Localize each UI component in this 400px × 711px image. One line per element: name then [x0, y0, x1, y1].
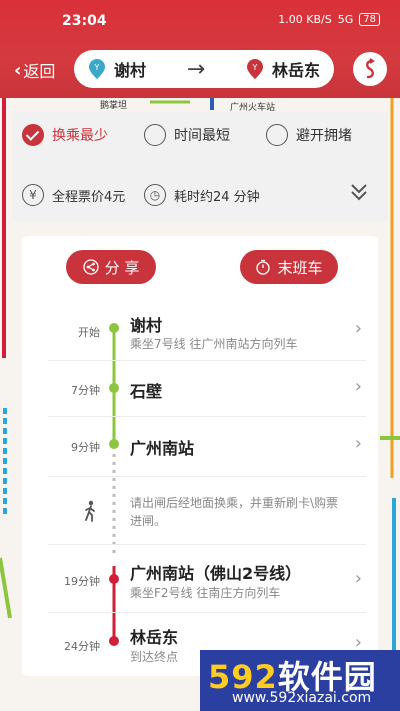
- route-options-card: 换乘最少 时间最短 避开拥堵 ¥ 全程票价4元 ◷ 耗时约24 分钟: [12, 112, 388, 222]
- option-shortest-time[interactable]: 时间最短: [144, 124, 230, 146]
- route-detail-card: 分 享 末班车 开始 谢村 乘坐7号线 往广州南站方向列车 › 7分钟 石壁 ›…: [22, 236, 378, 676]
- step-title: 广州南站: [130, 439, 195, 458]
- fare-text: 全程票价4元: [52, 189, 126, 205]
- step-dot: [109, 439, 119, 449]
- duration-info: ◷ 耗时约24 分钟: [144, 184, 260, 206]
- chevron-right-icon: ›: [354, 568, 362, 589]
- route-selector[interactable]: Y 谢村 → Y 林岳东: [74, 50, 334, 88]
- transfer-note: 请出闸后经地面换乘，并重新刷卡\购票进闸。: [130, 496, 339, 528]
- divider: [48, 476, 366, 477]
- radio-icon: [144, 124, 166, 146]
- status-bar: 23:04 1.00 KB/S 5G 78: [0, 0, 400, 40]
- yuan-icon: ¥: [22, 184, 44, 206]
- step-title: 林岳东: [130, 628, 179, 647]
- step-title: 石壁: [130, 382, 163, 401]
- arrow-right-icon: →: [186, 56, 206, 82]
- svg-text:Y: Y: [94, 63, 100, 72]
- watermark-url: www.592xiazai.com: [232, 690, 372, 706]
- swap-icon: [366, 58, 375, 79]
- destination-pin-icon: Y: [246, 59, 263, 79]
- chevron-right-icon: ›: [354, 318, 362, 339]
- chevron-left-icon: ‹: [14, 59, 22, 81]
- step-time: 19分钟: [64, 575, 100, 588]
- step-dot: [109, 323, 119, 333]
- divider: [48, 612, 366, 613]
- step-dot: [109, 636, 119, 646]
- walking-icon: [85, 500, 95, 522]
- back-button[interactable]: ‹ 返回: [14, 58, 55, 82]
- fare-info: ¥ 全程票价4元: [22, 184, 125, 206]
- step-sub: 乘坐F2号线 往南庄方向列车: [130, 586, 281, 600]
- svg-text:Y: Y: [252, 63, 258, 72]
- radio-checked-icon: [22, 124, 44, 146]
- option-label: 换乘最少: [52, 128, 108, 144]
- clock-icon: ◷: [144, 184, 166, 206]
- watermark: 592软件园 www.592xiazai.com: [200, 650, 400, 711]
- step-dot: [109, 383, 119, 393]
- chevron-right-icon: ›: [354, 433, 362, 454]
- step-dot: [109, 574, 119, 584]
- divider: [48, 416, 366, 417]
- battery-icon: 78: [359, 13, 380, 26]
- option-least-transfer[interactable]: 换乘最少: [22, 124, 108, 146]
- origin-station[interactable]: 谢村: [114, 57, 146, 81]
- map-label: 鹅掌坦: [100, 101, 128, 111]
- duration-text: 耗时约24 分钟: [174, 189, 260, 205]
- route-line: [112, 328, 116, 644]
- option-avoid-crowding[interactable]: 避开拥堵: [266, 124, 352, 146]
- step-title: 谢村: [130, 316, 163, 335]
- chevron-right-icon: ›: [354, 376, 362, 397]
- radio-icon: [266, 124, 288, 146]
- option-label: 避开拥堵: [296, 128, 352, 144]
- step-sub: 到达终点: [130, 650, 179, 664]
- step-time: 24分钟: [64, 640, 100, 653]
- net-speed: 1.00 KB/S: [278, 13, 332, 26]
- signal-icon: 5G: [337, 13, 354, 26]
- status-icons: 1.00 KB/S 5G 78: [278, 13, 380, 26]
- option-label: 时间最短: [174, 128, 230, 144]
- divider: [48, 360, 366, 361]
- origin-pin-icon: Y: [89, 59, 105, 79]
- step-sub: 乘坐7号线 往广州南站方向列车: [130, 337, 298, 351]
- divider: [48, 544, 366, 545]
- step-time: 9分钟: [71, 441, 100, 454]
- step-title: 广州南站（佛山2号线）: [130, 564, 302, 583]
- expand-down-icon[interactable]: [350, 182, 368, 202]
- destination-station[interactable]: 林岳东: [272, 57, 320, 81]
- swap-route-button[interactable]: [353, 52, 387, 86]
- back-label: 返回: [23, 62, 56, 81]
- step-time: 开始: [78, 326, 100, 339]
- step-time: 7分钟: [71, 384, 100, 397]
- status-time: 23:04: [62, 13, 107, 29]
